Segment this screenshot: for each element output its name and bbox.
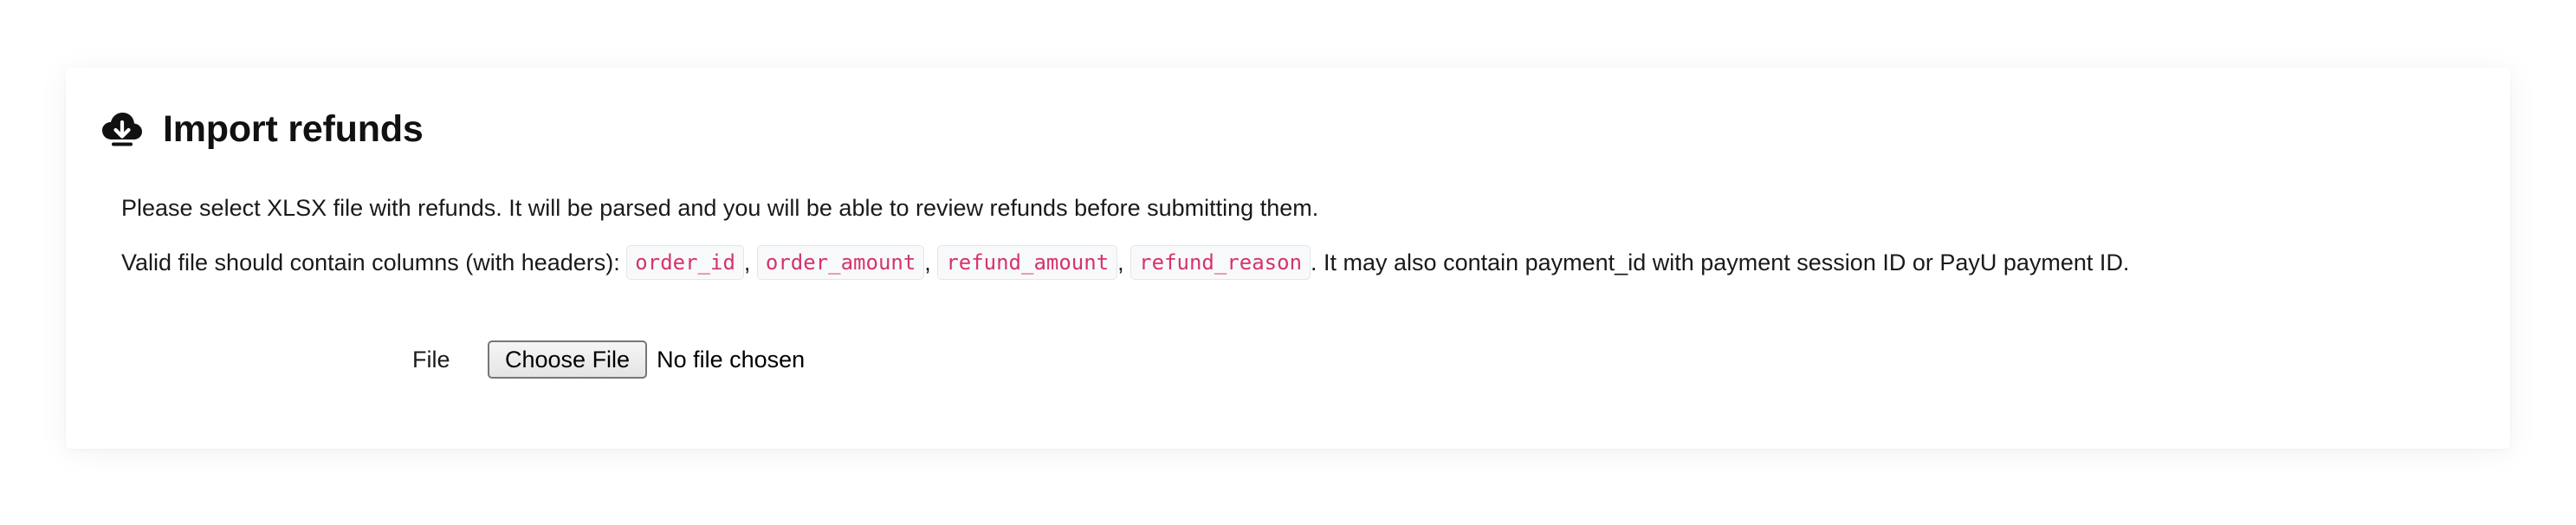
card-header: Import refunds: [100, 100, 424, 158]
file-status-text: No file chosen: [657, 346, 806, 373]
file-form-row: File Choose File No file chosen: [66, 338, 2510, 381]
column-separator: ,: [743, 250, 757, 275]
instructions-prefix: Valid file should contain columns (with …: [121, 250, 627, 275]
page-title: Import refunds: [163, 107, 424, 150]
file-label: File: [412, 347, 450, 373]
column-separator: ,: [1117, 250, 1131, 275]
column-code-refund-amount: refund_amount: [937, 244, 1118, 280]
instructions-suffix: . It may also contain payment_id with pa…: [1311, 250, 2130, 275]
column-separator: ,: [924, 250, 938, 275]
instructions-line-2: Valid file should contain columns (with …: [121, 244, 2130, 282]
column-code-order-id: order_id: [626, 244, 744, 280]
file-input[interactable]: Choose File No file chosen: [488, 340, 805, 379]
column-code-order-amount: order_amount: [756, 244, 925, 280]
cloud-download-icon: [100, 109, 144, 149]
import-refunds-card: Import refunds Please select XLSX file w…: [66, 68, 2510, 449]
column-code-refund-reason: refund_reason: [1130, 244, 1311, 280]
instructions-line-1: Please select XLSX file with refunds. It…: [121, 195, 1319, 221]
choose-file-button[interactable]: Choose File: [488, 340, 648, 379]
